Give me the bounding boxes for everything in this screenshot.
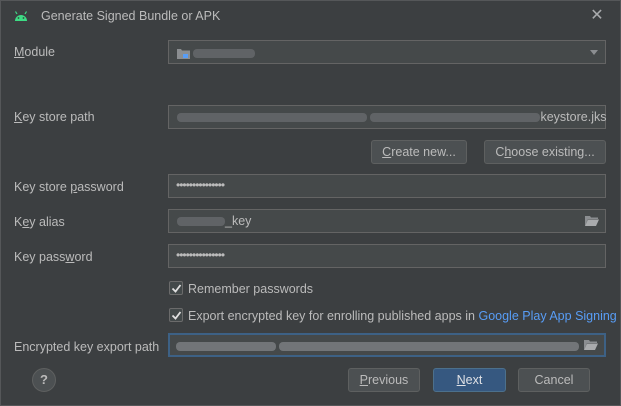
checkmark-icon: [171, 311, 182, 320]
folder-icon[interactable]: [584, 339, 598, 350]
key-password-field[interactable]: •••••••••••••••: [168, 244, 606, 268]
cancel-button[interactable]: Cancel: [518, 368, 590, 392]
help-button[interactable]: ?: [32, 368, 56, 392]
generate-signed-bundle-dialog: Generate Signed Bundle or APK ✕ Module K…: [0, 0, 621, 406]
key-alias-field[interactable]: _key: [168, 209, 606, 233]
key-alias-label: Key alias: [14, 215, 65, 229]
path-redacted-2: [370, 113, 541, 123]
encrypted-export-label: Encrypted key export path: [14, 340, 160, 354]
remember-passwords-label[interactable]: Remember passwords: [188, 282, 313, 296]
keystore-password-field[interactable]: •••••••••••••••: [168, 174, 606, 198]
module-name-redacted: [193, 49, 256, 59]
key-password-value: •••••••••••••••: [176, 248, 225, 262]
module-select[interactable]: [168, 40, 606, 64]
play-signing-link[interactable]: Google Play App Signing: [478, 309, 616, 323]
module-folder-icon: [177, 49, 190, 60]
export-path-redacted-2: [279, 342, 580, 352]
previous-button[interactable]: Previous: [348, 368, 420, 392]
export-encrypted-label[interactable]: Export encrypted key for enrolling publi…: [188, 309, 617, 323]
keystore-path-field[interactable]: keystore.jks: [168, 105, 606, 129]
key-alias-suffix: _key: [225, 214, 252, 228]
encrypted-export-path-value: [176, 339, 580, 353]
dialog-title: Generate Signed Bundle or APK: [41, 9, 221, 23]
module-label: Module: [14, 45, 56, 59]
export-encrypted-text: Export encrypted key for enrolling publi…: [188, 309, 475, 323]
remember-passwords-checkbox[interactable]: [169, 281, 183, 295]
close-icon[interactable]: ✕: [587, 6, 607, 26]
alias-redacted: [177, 217, 225, 227]
keystore-path-suffix: keystore.jks: [540, 110, 607, 124]
key-alias-value: _key: [177, 214, 251, 228]
choose-existing-button[interactable]: Choose existing...: [484, 140, 606, 164]
android-icon: [14, 10, 28, 22]
checkmark-icon: [171, 284, 182, 293]
export-path-redacted-1: [176, 342, 276, 352]
export-encrypted-checkbox[interactable]: [169, 308, 183, 322]
keystore-path-value: keystore.jks: [177, 110, 606, 124]
create-new-button[interactable]: Create new...: [371, 140, 467, 164]
encrypted-export-path-field[interactable]: [168, 333, 606, 357]
title-bar: Generate Signed Bundle or APK ✕: [1, 1, 620, 32]
chevron-down-icon[interactable]: [590, 50, 598, 55]
keystore-path-label: Key store path: [14, 110, 95, 124]
folder-icon[interactable]: [585, 215, 599, 226]
keystore-password-value: •••••••••••••••: [176, 178, 225, 192]
next-button[interactable]: Next: [433, 368, 506, 392]
module-value: [177, 46, 256, 60]
keystore-password-label: Key store password: [14, 180, 124, 194]
key-password-label: Key password: [14, 250, 93, 264]
path-redacted-1: [177, 113, 367, 123]
